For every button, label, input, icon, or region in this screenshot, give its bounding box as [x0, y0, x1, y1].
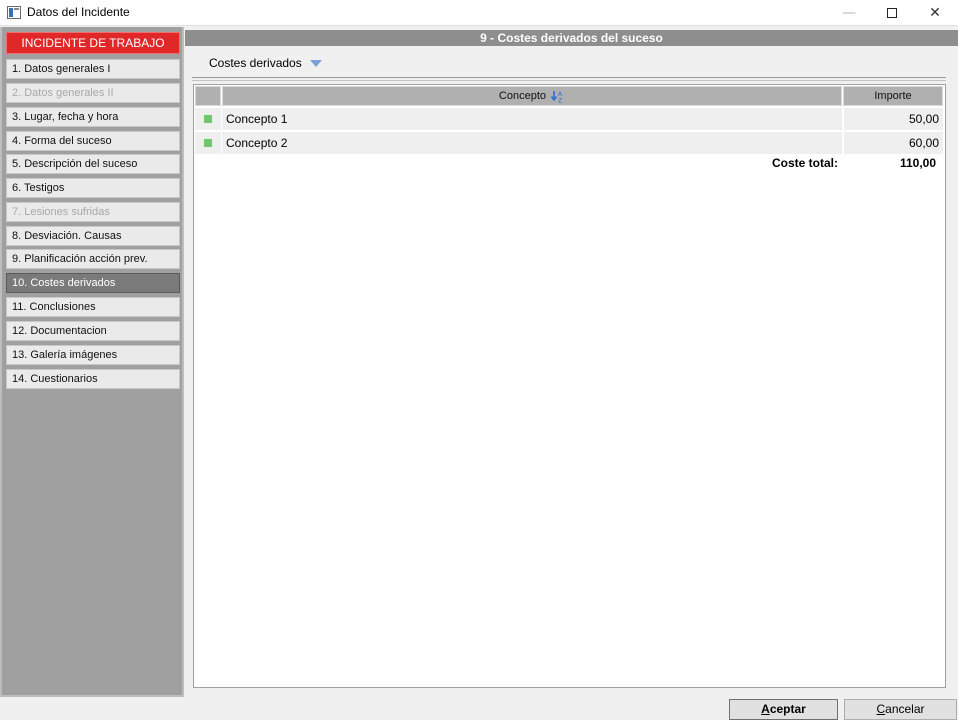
sidebar-item-forma-suceso[interactable]: 4. Forma del suceso	[6, 131, 180, 151]
sidebar: INCIDENTE DE TRABAJO 1. Datos generales …	[0, 27, 184, 697]
chevron-down-icon[interactable]	[309, 60, 322, 67]
close-icon[interactable]: ✕	[912, 0, 958, 26]
sidebar-item-cuestionarios[interactable]: 14. Cuestionarios	[6, 369, 180, 389]
sidebar-item-galeria-imagenes[interactable]: 13. Galería imágenes	[6, 345, 180, 365]
row-status-icon	[204, 115, 212, 123]
sidebar-item-documentacion[interactable]: 12. Documentacion	[6, 321, 180, 341]
grid-header: Concepto A Z Importe	[195, 86, 944, 106]
table-row[interactable]: Concepto 2 60,00	[195, 132, 944, 154]
total-value: 110,00	[899, 156, 936, 170]
cancel-button[interactable]: Cancelar	[844, 699, 957, 720]
sidebar-item-datos-generales-ii: 2. Datos generales II	[6, 83, 180, 103]
row-selector-header	[195, 86, 221, 106]
sidebar-header: INCIDENTE DE TRABAJO	[6, 32, 180, 54]
cell-concepto[interactable]: Concepto 2	[222, 132, 842, 154]
cell-importe[interactable]: 60,00	[844, 132, 943, 154]
maximize-icon[interactable]	[869, 0, 915, 26]
minimize-icon[interactable]: —	[826, 0, 872, 26]
app-icon	[7, 6, 21, 19]
section-title: 9 - Costes derivados del suceso	[185, 30, 958, 46]
window-titlebar: Datos del Incidente — ✕	[0, 0, 958, 26]
sidebar-item-costes-derivados[interactable]: 10. Costes derivados	[6, 273, 180, 293]
column-header-concepto[interactable]: Concepto A Z	[222, 86, 842, 106]
sidebar-item-planificacion[interactable]: 9. Planificación acción prev.	[6, 249, 180, 269]
costs-grid: Concepto A Z Importe Concepto 1 50,00 Co…	[193, 84, 946, 688]
divider	[192, 80, 946, 81]
dropdown-label: Costes derivados	[209, 56, 302, 70]
sidebar-item-descripcion-suceso[interactable]: 5. Descripción del suceso	[6, 154, 180, 174]
sidebar-item-lesiones-sufridas: 7. Lesiones sufridas	[6, 202, 180, 222]
sidebar-item-testigos[interactable]: 6. Testigos	[6, 178, 180, 198]
row-status-icon	[204, 139, 212, 147]
cell-concepto[interactable]: Concepto 1	[222, 108, 842, 130]
dialog-button-bar: Aceptar Cancelar	[0, 697, 958, 720]
sidebar-item-datos-generales-i[interactable]: 1. Datos generales I	[6, 59, 180, 79]
accept-button[interactable]: Aceptar	[729, 699, 838, 720]
window-title: Datos del Incidente	[27, 5, 130, 19]
costes-dropdown[interactable]: Costes derivados	[209, 56, 322, 70]
svg-text:Z: Z	[558, 97, 562, 103]
sidebar-item-conclusiones[interactable]: 11. Conclusiones	[6, 297, 180, 317]
divider	[192, 77, 946, 78]
sidebar-item-desviacion-causas[interactable]: 8. Desviación. Causas	[6, 226, 180, 246]
cell-importe[interactable]: 50,00	[844, 108, 943, 130]
sort-az-icon[interactable]: A Z	[551, 90, 565, 103]
table-row[interactable]: Concepto 1 50,00	[195, 108, 944, 130]
column-header-importe[interactable]: Importe	[843, 86, 943, 106]
total-label: Coste total:	[772, 156, 838, 170]
row-selector[interactable]	[195, 132, 221, 154]
sidebar-item-lugar-fecha-hora[interactable]: 3. Lugar, fecha y hora	[6, 107, 180, 127]
row-selector[interactable]	[195, 108, 221, 130]
main-panel: 9 - Costes derivados del suceso Costes d…	[185, 27, 958, 697]
